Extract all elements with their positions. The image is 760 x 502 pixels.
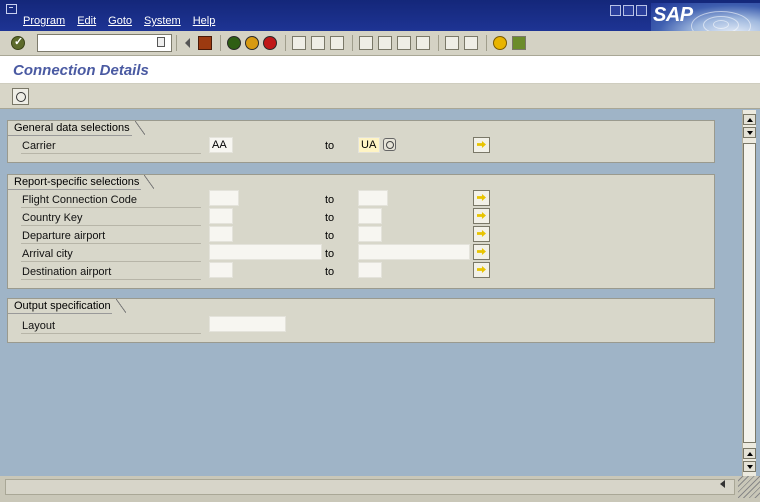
multiple-selection-button-departure-airport[interactable]: [473, 226, 490, 242]
country-key-from-input[interactable]: [209, 208, 233, 224]
status-expand-icon[interactable]: [720, 480, 725, 488]
multiple-selection-button-arrival-city[interactable]: [473, 244, 490, 260]
sap-logo-text: SAP: [653, 4, 693, 26]
previous-page-icon[interactable]: [378, 36, 392, 50]
arrival-city-to-input[interactable]: [358, 244, 470, 260]
group-title: General data selections: [8, 121, 145, 135]
field-label-carrier: Carrier: [21, 138, 201, 154]
save-icon[interactable]: [198, 36, 212, 50]
page-down-icon[interactable]: [743, 127, 756, 138]
toolbar-separator: [438, 35, 439, 51]
to-label: to: [325, 266, 335, 278]
destination-airport-to-input[interactable]: [358, 262, 382, 278]
find-icon[interactable]: [311, 36, 325, 50]
selection-screen: General data selections Carrier to Repor…: [0, 110, 742, 476]
value-help-icon[interactable]: [383, 138, 396, 151]
to-label: to: [325, 212, 335, 224]
field-label-layout: Layout: [21, 318, 201, 334]
departure-airport-from-input[interactable]: [209, 226, 233, 242]
menu-system[interactable]: System: [144, 15, 181, 27]
field-label-flight-connection-code: Flight Connection Code: [21, 192, 201, 208]
scroll-up-icon[interactable]: [743, 114, 756, 125]
field-label-country-key: Country Key: [21, 210, 201, 226]
field-label-destination-airport: Destination airport: [21, 264, 201, 280]
execute-icon[interactable]: [12, 88, 29, 105]
status-message-field: [5, 479, 735, 495]
status-bar: [0, 476, 760, 502]
sap-logo: SAP: [651, 3, 760, 31]
application-toolbar: [0, 84, 760, 109]
group-title: Output specification: [8, 299, 126, 313]
to-label: to: [325, 194, 335, 206]
minimize-icon[interactable]: [610, 5, 621, 16]
print-icon[interactable]: [292, 36, 306, 50]
vertical-scrollbar[interactable]: [742, 110, 756, 476]
menu-program[interactable]: Program: [23, 15, 65, 27]
toolbar-separator: [285, 35, 286, 51]
group-title-divider: [8, 313, 112, 314]
field-label-departure-airport: Departure airport: [21, 228, 201, 244]
command-field[interactable]: [37, 34, 172, 52]
field-label-arrival-city: Arrival city: [21, 246, 201, 262]
group-output-specification: Output specification Layout: [7, 298, 715, 343]
country-key-to-input[interactable]: [358, 208, 382, 224]
to-label: to: [325, 140, 335, 152]
shortcut-icon[interactable]: [464, 36, 478, 50]
standard-toolbar: [0, 31, 760, 56]
back-icon[interactable]: [227, 36, 241, 50]
back-arrow-icon[interactable]: [182, 38, 190, 48]
destination-airport-from-input[interactable]: [209, 262, 233, 278]
menu-items: Program Edit Goto System Help: [23, 15, 215, 27]
scroll-down-icon[interactable]: [743, 461, 756, 472]
carrier-from-input[interactable]: [209, 137, 233, 153]
group-title-divider: [8, 135, 132, 136]
toolbar-separator: [176, 35, 177, 51]
multiple-selection-button-flight-connection-code[interactable]: [473, 190, 490, 206]
toolbar-separator: [352, 35, 353, 51]
menu-goto[interactable]: Goto: [108, 15, 132, 27]
window-controls: [610, 5, 647, 16]
find-next-icon[interactable]: [330, 36, 344, 50]
first-page-icon[interactable]: [359, 36, 373, 50]
group-report-specific-selections: Report-specific selections Flight Connec…: [7, 174, 715, 289]
multiple-selection-button-country-key[interactable]: [473, 208, 490, 224]
scroll-thumb[interactable]: [743, 143, 756, 443]
toolbar-separator: [486, 35, 487, 51]
enter-icon[interactable]: [11, 35, 25, 50]
system-menu-icon[interactable]: [6, 4, 17, 14]
group-title-divider: [8, 189, 141, 190]
cancel-icon[interactable]: [263, 36, 277, 50]
group-general-data-selections: General data selections Carrier to: [7, 120, 715, 163]
page-title: Connection Details: [13, 62, 149, 79]
layout-menu-icon[interactable]: [512, 36, 526, 50]
group-title: Report-specific selections: [8, 175, 155, 189]
menu-bar: Program Edit Goto System Help SAP: [0, 0, 760, 31]
to-label: to: [325, 230, 335, 242]
layout-input[interactable]: [209, 316, 286, 332]
help-icon[interactable]: [493, 36, 507, 50]
menu-help[interactable]: Help: [193, 15, 216, 27]
close-icon[interactable]: [636, 5, 647, 16]
departure-airport-to-input[interactable]: [358, 226, 382, 242]
exit-icon[interactable]: [245, 36, 259, 50]
flight-connection-code-from-input[interactable]: [209, 190, 239, 206]
command-field-menu-icon[interactable]: [157, 37, 165, 47]
multiple-selection-button-destination-airport[interactable]: [473, 262, 490, 278]
toolbar-separator: [220, 35, 221, 51]
menu-edit[interactable]: Edit: [77, 15, 96, 27]
to-label: to: [325, 248, 335, 260]
maximize-icon[interactable]: [623, 5, 634, 16]
page-up-icon[interactable]: [743, 448, 756, 459]
multiple-selection-button-carrier[interactable]: [473, 137, 490, 153]
flight-connection-code-to-input[interactable]: [358, 190, 388, 206]
carrier-to-input[interactable]: [358, 137, 380, 153]
arrival-city-from-input[interactable]: [209, 244, 322, 260]
resize-grip-icon[interactable]: [738, 476, 760, 498]
last-page-icon[interactable]: [416, 36, 430, 50]
next-page-icon[interactable]: [397, 36, 411, 50]
title-bar: Connection Details: [0, 56, 760, 84]
create-session-icon[interactable]: [445, 36, 459, 50]
